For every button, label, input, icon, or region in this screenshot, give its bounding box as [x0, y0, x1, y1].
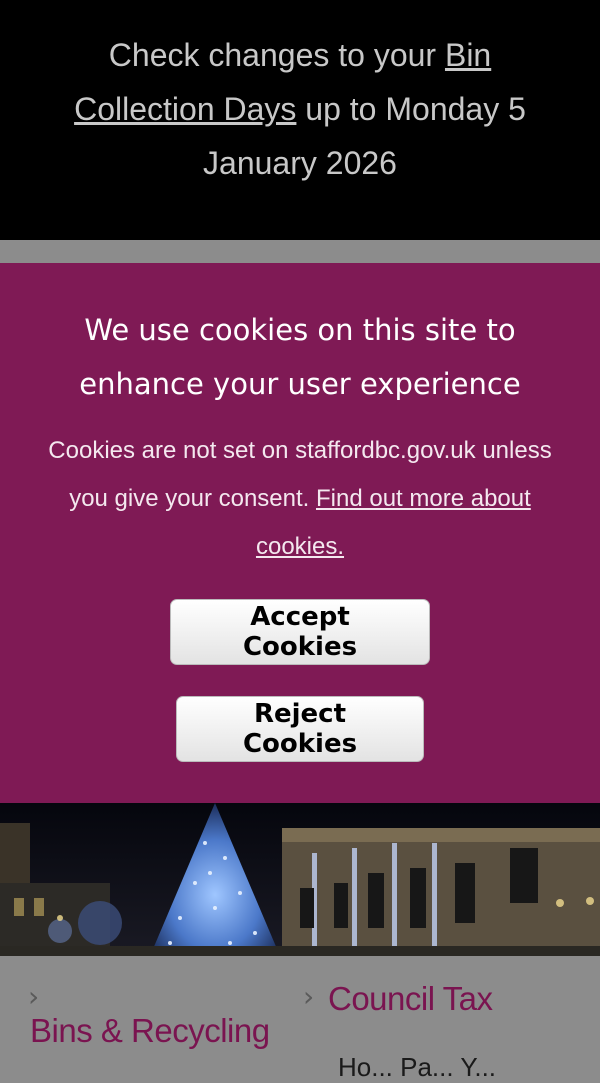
bin-collection-notice: Check changes to your Bin Collection Day…	[0, 0, 600, 240]
hero-illustration	[0, 803, 600, 956]
accept-cookies-button[interactable]: Accept Cookies	[170, 599, 430, 665]
cookie-banner-message: Cookies are not set on staffordbc.gov.uk…	[30, 427, 570, 571]
service-link-bins-recycling[interactable]: Bins & Recycling	[30, 1012, 270, 1050]
notice-text-before: Check changes to your	[108, 37, 445, 73]
cookie-consent-banner: We use cookies on this site to enhance y…	[0, 263, 600, 803]
divider-strip	[0, 240, 600, 263]
services-list: › Bins & Recycling › Council Tax Ho... P…	[0, 956, 600, 1082]
cookie-banner-title: We use cookies on this site to enhance y…	[79, 313, 521, 401]
hero-image-town-hall-christmas-tree	[0, 803, 600, 956]
chevron-right-icon: ›	[303, 980, 315, 1013]
partial-subtext: Ho... Pa... Y...	[338, 1052, 497, 1082]
chevron-right-icon: ›	[28, 980, 40, 1013]
reject-cookies-button[interactable]: Reject Cookies	[176, 696, 424, 762]
service-link-council-tax[interactable]: Council Tax	[328, 980, 493, 1018]
